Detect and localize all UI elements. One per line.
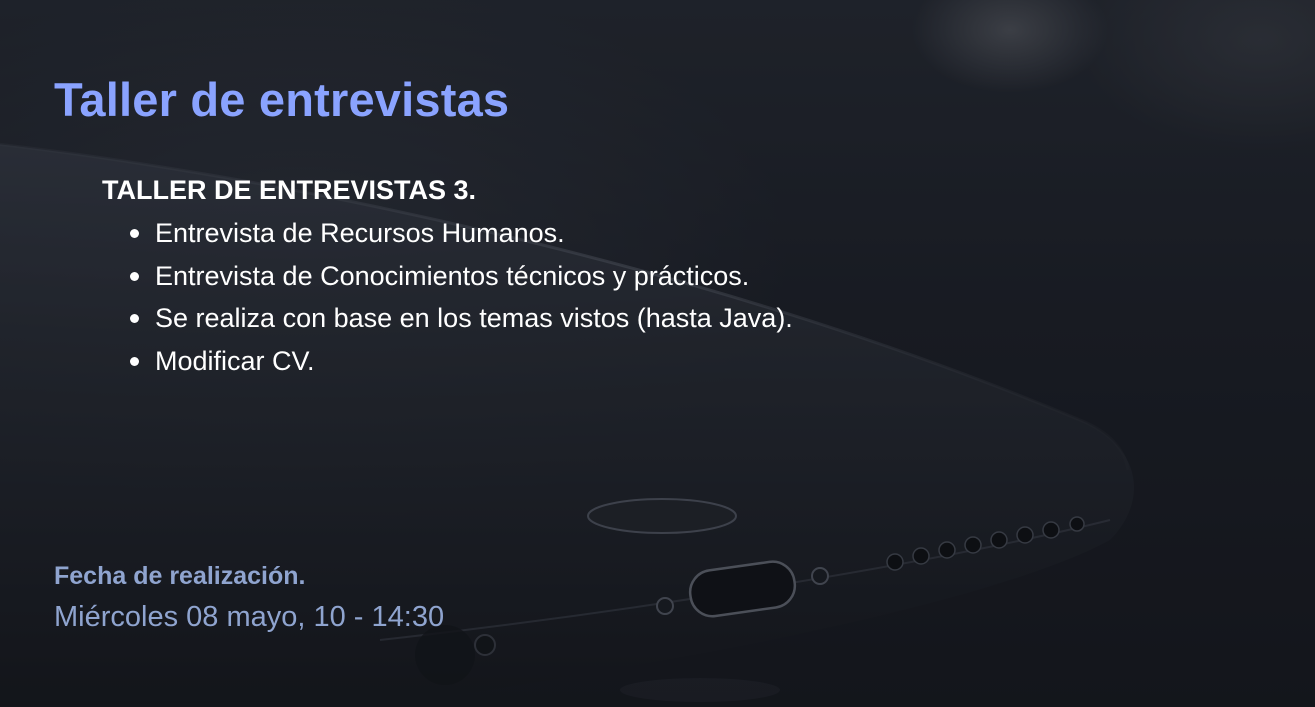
list-item: Entrevista de Recursos Humanos. — [130, 212, 793, 255]
bullet-list: Entrevista de Recursos Humanos. Entrevis… — [102, 212, 793, 382]
bullet-dot-icon — [130, 229, 139, 238]
list-item-text: Modificar CV. — [155, 345, 315, 376]
list-item-text: Entrevista de Recursos Humanos. — [155, 218, 565, 248]
bullet-dot-icon — [130, 356, 139, 366]
slide-title: Taller de entrevistas — [54, 73, 510, 126]
date-label: Fecha de realización. — [54, 562, 306, 590]
list-item: Se realiza con base en los temas vistos … — [130, 297, 793, 340]
date-value: Miércoles 08 mayo, 10 - 14:30 — [54, 601, 445, 633]
slide: Taller de entrevistas TALLER DE ENTREVIS… — [0, 0, 1315, 707]
list-item: Modificar CV. — [130, 340, 793, 383]
list-item-text: Se realiza con base en los temas vistos … — [155, 303, 793, 333]
list-item-text: Entrevista de Conocimientos técnicos y p… — [155, 260, 750, 291]
content-block: TALLER DE ENTREVISTAS 3. Entrevista de R… — [102, 175, 793, 382]
bullet-dot-icon — [130, 271, 139, 281]
section-heading: TALLER DE ENTREVISTAS 3. — [102, 175, 477, 205]
list-item: Entrevista de Conocimientos técnicos y p… — [130, 255, 793, 298]
date-block: Fecha de realización. Miércoles 08 mayo,… — [54, 562, 444, 634]
bullet-dot-icon — [130, 314, 139, 323]
